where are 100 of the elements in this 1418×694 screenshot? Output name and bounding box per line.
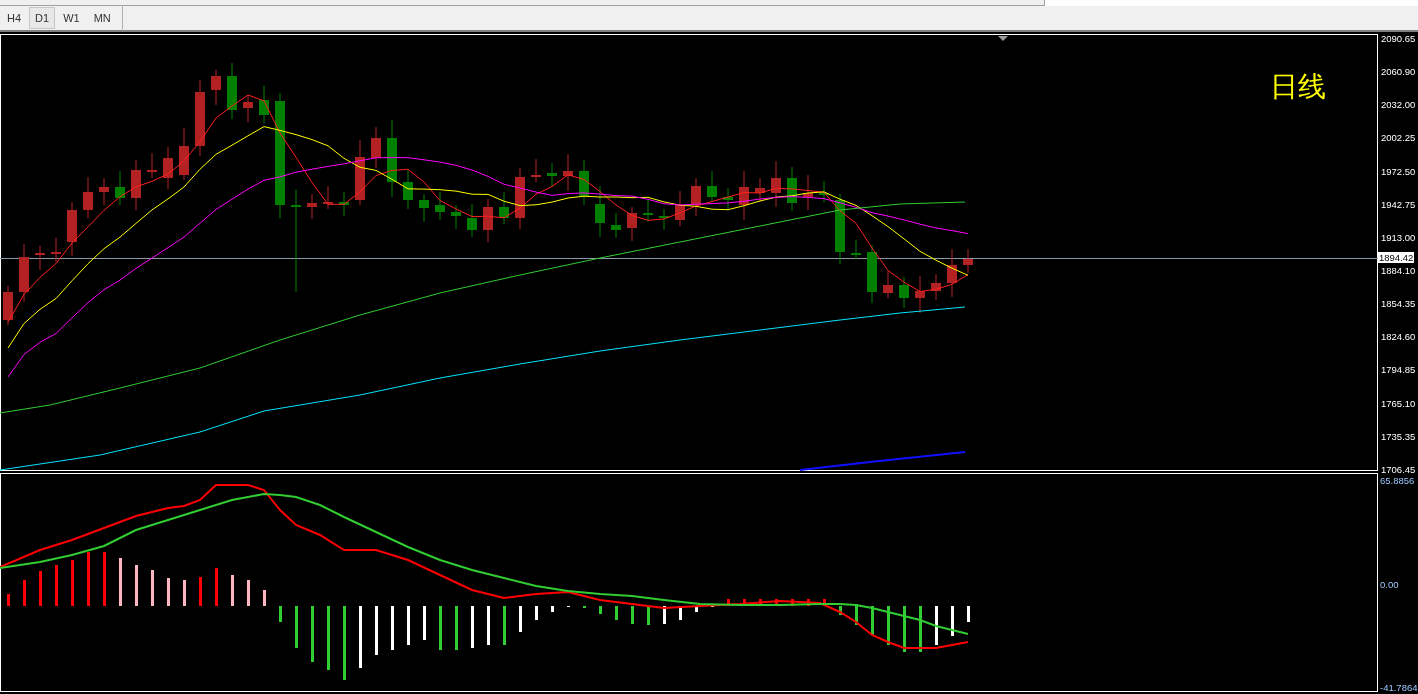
candlestick (371, 126, 381, 169)
histogram-bar (423, 606, 426, 640)
shift-marker-icon[interactable] (998, 36, 1008, 41)
axis-label: 2002.25 (1380, 132, 1417, 144)
candlestick (867, 244, 877, 304)
histogram-bar (647, 606, 650, 625)
candlestick (723, 187, 733, 211)
candlestick (99, 177, 109, 206)
candlestick (851, 239, 861, 260)
candlestick (675, 190, 685, 227)
candlestick (691, 177, 701, 217)
histogram-bar (615, 606, 618, 620)
histogram-bar (375, 606, 378, 655)
timeframe-tab[interactable]: H4 (1, 7, 28, 29)
axis-label: 1706.45 (1380, 463, 1417, 475)
candlestick (451, 204, 461, 230)
candlestick (307, 193, 317, 220)
histogram-bar (247, 580, 250, 606)
candlestick (611, 212, 621, 239)
histogram-bar (455, 606, 458, 650)
histogram-bar (263, 590, 266, 606)
candlestick (355, 139, 365, 206)
candlestick (515, 167, 525, 230)
axis-label: 1884.10 (1380, 265, 1417, 276)
histogram-bar (903, 606, 906, 652)
candlestick (627, 206, 637, 242)
histogram-bar (167, 578, 170, 606)
axis-label: -41.7864 (1379, 682, 1418, 693)
histogram-bar (695, 606, 698, 612)
axis-label: 1765.10 (1380, 397, 1417, 409)
histogram-bar (967, 606, 970, 622)
candlestick (899, 276, 909, 309)
candlestick (115, 170, 125, 206)
candlestick (915, 275, 925, 314)
timeframe-tab[interactable]: D1 (29, 7, 56, 29)
histogram-bar (519, 606, 522, 632)
axis-label: 2060.90 (1380, 66, 1417, 78)
timeframe-tab[interactable]: MN (87, 7, 117, 29)
axis-label: 2032.00 (1380, 99, 1417, 111)
histogram-bar (823, 599, 826, 606)
histogram-bar (135, 565, 138, 606)
candlestick (19, 243, 29, 303)
histogram-bar (631, 606, 634, 624)
histogram-bar (743, 599, 746, 606)
candlestick (435, 191, 445, 221)
candlestick (131, 159, 141, 211)
candlestick (147, 152, 157, 179)
histogram-bar (327, 606, 330, 670)
histogram-bar (55, 565, 58, 606)
histogram-bar (887, 606, 890, 645)
histogram-bar (87, 552, 90, 606)
timeframe-tab[interactable]: W1 (57, 7, 86, 29)
candlestick (419, 193, 429, 223)
axis-label: 2090.65 (1380, 33, 1417, 44)
histogram-bar (855, 606, 858, 625)
histogram-bar (231, 575, 234, 606)
candlestick (83, 176, 93, 219)
axis-label: 1735.35 (1380, 430, 1417, 442)
histogram-bar (503, 606, 506, 645)
current-price-label: 1894.42 (1378, 252, 1415, 263)
candlestick (707, 170, 717, 203)
histogram-bar (471, 606, 474, 648)
candlestick (787, 166, 797, 212)
candlestick (3, 285, 13, 326)
histogram-bar (39, 571, 42, 606)
candlestick (259, 85, 269, 124)
candlestick (323, 185, 333, 210)
candlestick (35, 245, 45, 271)
histogram-bar (951, 606, 954, 636)
candlestick (739, 170, 749, 221)
candlestick (771, 160, 781, 208)
histogram-bar (199, 577, 202, 606)
histogram-bar (679, 606, 682, 620)
histogram-bar (119, 558, 122, 606)
candlestick (595, 185, 605, 238)
histogram-bar (935, 606, 938, 645)
candlestick (211, 69, 221, 106)
histogram-bar (295, 606, 298, 648)
histogram-bar (839, 606, 842, 615)
axis-label: 1824.60 (1380, 331, 1417, 343)
candlestick (563, 153, 573, 192)
candlestick (931, 273, 941, 301)
candlestick (883, 270, 893, 299)
candlestick (547, 162, 557, 187)
candlestick (963, 248, 973, 274)
axis-label: 1942.75 (1380, 198, 1417, 210)
histogram-bar (183, 580, 186, 606)
axis-label: 1794.85 (1380, 364, 1417, 376)
histogram-bar (71, 560, 74, 606)
histogram-bar (663, 606, 666, 624)
histogram-bar (279, 606, 282, 622)
candlestick (819, 180, 829, 203)
axis-label: 1913.00 (1380, 231, 1417, 243)
candlestick (51, 237, 61, 263)
histogram-bar (487, 606, 490, 645)
candlestick (67, 201, 77, 257)
histogram-bar (551, 606, 554, 612)
candlestick (339, 191, 349, 217)
histogram-bar (599, 606, 602, 614)
chart-label: 日线 (1270, 69, 1326, 105)
